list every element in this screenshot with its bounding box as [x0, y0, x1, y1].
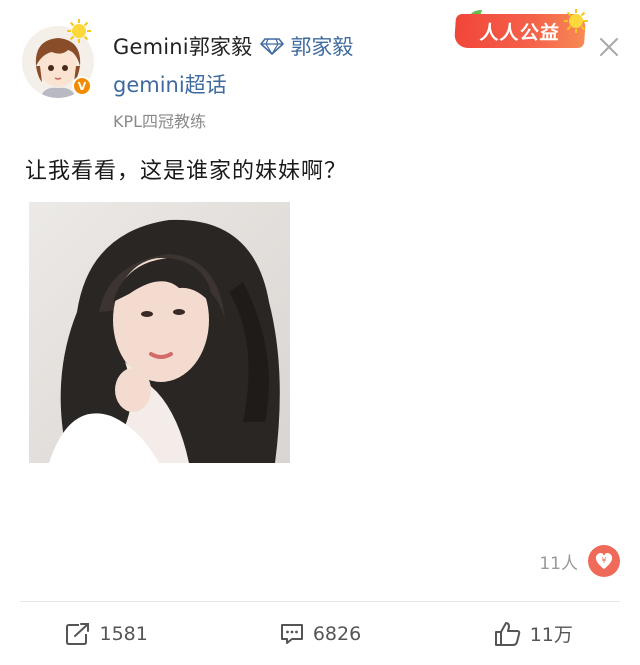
diamond-icon [260, 38, 285, 55]
like-button[interactable]: 11万 [427, 602, 640, 665]
linked-account-name[interactable]: 郭家毅 [290, 31, 353, 61]
thumbs-up-icon [494, 621, 520, 646]
svg-text:¥: ¥ [601, 556, 606, 565]
reward-count: 11人 [539, 553, 578, 574]
action-bar: 1581 6826 11万 [0, 602, 640, 665]
author-name[interactable]: Gemini郭家毅 [113, 31, 252, 61]
comment-button[interactable]: 6826 [213, 602, 426, 665]
repost-button[interactable]: 1581 [0, 602, 213, 665]
sun-badge-icon [67, 19, 91, 43]
post-image[interactable] [29, 202, 290, 463]
repost-count: 1581 [99, 622, 148, 645]
sun-icon [564, 9, 588, 33]
post-header: V Gemini郭家毅 郭家毅 gemini超话 KPL四冠教练 人人公益 [0, 0, 640, 140]
comment-icon [280, 623, 303, 644]
like-count: 11万 [529, 624, 573, 646]
verified-badge: V [72, 76, 92, 96]
close-icon[interactable] [598, 36, 620, 58]
repost-icon [66, 622, 90, 645]
author-description: KPL四冠教练 [113, 112, 207, 131]
comment-count: 6826 [312, 622, 362, 645]
reward-icon[interactable]: ¥ [588, 545, 620, 577]
post-text: 让我看看，这是谁家的妹妹啊？ [25, 159, 348, 184]
super-topic-link[interactable]: gemini超话 [113, 69, 227, 99]
